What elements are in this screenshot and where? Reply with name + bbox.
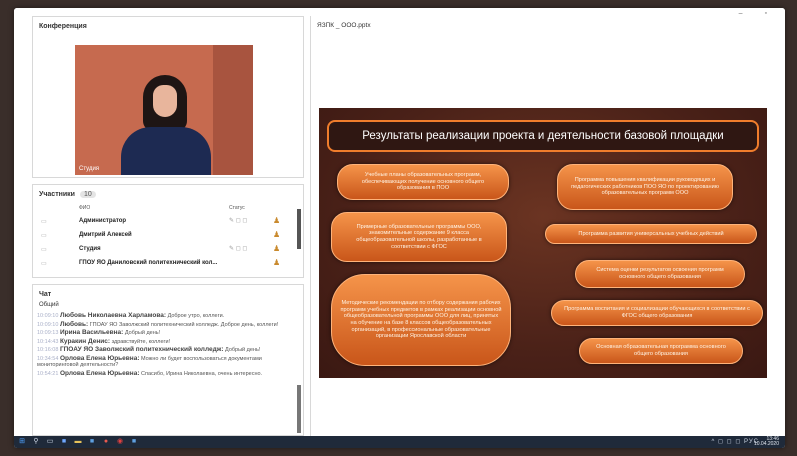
browser-icon[interactable]: ■ xyxy=(130,438,138,446)
participants-count-badge: 10 xyxy=(79,191,96,198)
slide-item: Примерные образовательные программы ООО,… xyxy=(331,212,507,262)
chat-message-text: Доброе утро, коллеги. xyxy=(167,313,225,319)
presentation-panel: ЯЗПК _ ООО.pptx Результаты реализации пр… xyxy=(310,16,785,436)
slide-item: Программа развития универсальных учебных… xyxy=(545,224,757,244)
conference-panel: Конференция Студия xyxy=(32,16,304,178)
task-view-icon[interactable]: ▭ xyxy=(46,438,54,446)
store-icon[interactable]: ■ xyxy=(60,438,68,446)
video-caption: Студия xyxy=(79,166,100,172)
conference-title: Конференция xyxy=(39,23,87,30)
chat-title: Чат xyxy=(39,291,52,298)
chrome-icon[interactable]: ● xyxy=(102,438,110,446)
chat-tab-general[interactable]: Общий xyxy=(39,302,59,308)
chat-message-time: 10:14:43 xyxy=(37,338,59,345)
participants-panel: Участники 10 ФИО Статус ▭ Администратор … xyxy=(32,184,304,278)
chat-message: 10:09:10 Любовь: ГПОАУ ЯО Заволжский пол… xyxy=(37,320,295,329)
chat-message: 10:54:21 Орлова Елена Юрьевна: Спасибо, … xyxy=(37,369,295,378)
explorer-icon[interactable]: ▬ xyxy=(74,438,82,446)
participant-row[interactable]: ▭ Дмитрий Алексей ♟ xyxy=(33,229,295,243)
app-icon[interactable]: ◉ xyxy=(116,438,124,446)
col-status[interactable]: Статус xyxy=(229,205,245,211)
chat-message-name: Орлова Елена Юрьевна: xyxy=(59,354,140,362)
chat-message-name: Ирина Васильевна: xyxy=(59,329,124,336)
participants-label: Участники xyxy=(39,191,75,198)
participants-title: Участники 10 xyxy=(33,185,303,198)
participant-row[interactable]: ▭ Администратор ✎ ◻ ◻ ♟ xyxy=(33,215,295,229)
participant-row[interactable]: ▭ ГПОУ ЯО Даниловский политехнический ко… xyxy=(33,257,295,271)
chat-message-time: 10:34:54 xyxy=(37,355,59,362)
chat-message-time: 10:16:08 xyxy=(37,347,59,353)
mic-icon: ▭ xyxy=(41,247,47,253)
user-icon: ♟ xyxy=(273,216,281,225)
search-icon[interactable]: ⚲ xyxy=(32,438,40,446)
chat-message-text: ГПОАУ ЯО Заволжский политехнический колл… xyxy=(89,321,279,328)
mic-icon: ▭ xyxy=(41,219,47,225)
slide-item: Основная образовательная программа основ… xyxy=(579,338,743,364)
mic-icon: ▭ xyxy=(41,261,47,267)
participant-name: Дмитрий Алексей xyxy=(79,232,132,238)
slide-item: Система оценки результатов освоения прог… xyxy=(575,260,745,288)
chat-message-name: ГПОАУ ЯО Заволжский политехнический колл… xyxy=(59,346,224,353)
video-feed[interactable]: Студия xyxy=(75,45,253,175)
chat-message-name: Куракин Денис: xyxy=(59,337,111,345)
chat-message: 10:14:43 Куракин Денис: здравствуйте, ко… xyxy=(37,337,295,346)
windows-icon[interactable]: ⊞ xyxy=(18,438,26,446)
chat-message: 10:16:08 ГПОАУ ЯО Заволжский политехниче… xyxy=(37,346,295,354)
presenter-face xyxy=(153,85,177,117)
mic-icon: ▭ xyxy=(41,233,47,239)
user-icon: ♟ xyxy=(273,258,281,267)
slide-title: Результаты реализации проекта и деятельн… xyxy=(327,120,759,152)
user-icon: ♟ xyxy=(273,244,281,253)
participant-name: ГПОУ ЯО Даниловский политехнический кол.… xyxy=(79,260,218,266)
taskbar-clock[interactable]: 13:46 10.04.2020 xyxy=(754,437,779,447)
participant-name: Студия xyxy=(79,246,101,252)
presentation-file-name: ЯЗПК _ ООО.pptx xyxy=(317,22,371,29)
screen: – ▫ Конференция Студия Участники 10 ФИО … xyxy=(14,8,785,448)
user-icon: ♟ xyxy=(273,230,281,239)
chat-message-time: 10:54:21 xyxy=(37,370,59,377)
slide-item: Программа повышения квалификации руковод… xyxy=(557,164,733,210)
chat-message-name: Орлова Елена Юрьевна: xyxy=(59,369,140,377)
chat-message-text: здравствуйте, коллеги! xyxy=(111,338,171,345)
chat-messages: 10:09:10 Любовь Николаевна Харламова: До… xyxy=(37,312,295,379)
participants-scrollbar[interactable] xyxy=(297,209,301,249)
chat-message: 10:09:13 Ирина Васильевна: Добрый день! xyxy=(37,329,295,337)
col-name[interactable]: ФИО xyxy=(79,205,90,211)
mail-icon[interactable]: ■ xyxy=(88,438,96,446)
slide-item: Программа воспитания и социализации обуч… xyxy=(551,300,763,326)
presentation-slide: Результаты реализации проекта и деятельн… xyxy=(319,108,767,378)
chat-message-text: Добрый день! xyxy=(124,330,161,336)
system-tray[interactable]: ^ ◻ ◻ ◻ РУС xyxy=(712,438,759,445)
chat-message-time: 10:09:10 xyxy=(37,313,59,319)
presenter-body xyxy=(121,127,211,175)
window-titlebar: – ▫ xyxy=(14,8,785,17)
chat-message-time: 10:09:10 xyxy=(37,321,59,328)
chat-message-name: Любовь: xyxy=(59,320,89,328)
status-icons: ✎ ◻ ◻ xyxy=(229,246,248,252)
chat-scrollbar[interactable] xyxy=(297,385,301,433)
chat-message-time: 10:09:13 xyxy=(37,330,59,336)
chat-message: 10:09:10 Любовь Николаевна Харламова: До… xyxy=(37,312,295,320)
chat-message-text: Добрый день! xyxy=(225,347,261,353)
slide-item: Методические рекомендации по отбору соде… xyxy=(331,274,511,366)
video-background xyxy=(213,45,253,175)
chat-panel: Чат Общий 10:09:10 Любовь Николаевна Хар… xyxy=(32,284,304,436)
status-icons: ✎ ◻ ◻ xyxy=(229,218,248,224)
clock-date: 10.04.2020 xyxy=(753,441,779,447)
participant-row[interactable]: ▭ Студия ✎ ◻ ◻ ♟ xyxy=(33,243,295,257)
taskbar: ⊞ ⚲ ▭ ■ ▬ ■ ● ◉ ■ ^ ◻ ◻ ◻ РУС 13:46 10.0… xyxy=(14,436,785,448)
chat-message-name: Любовь Николаевна Харламова: xyxy=(59,312,167,319)
participant-name: Администратор xyxy=(79,218,127,224)
chat-message-text: Спасибо, Ирина Николаевна, очень интерес… xyxy=(141,370,263,377)
slide-item: Учебные планы образовательных программ, … xyxy=(337,164,509,200)
chat-message: 10:34:54 Орлова Елена Юрьевна: Можно ли … xyxy=(37,354,295,369)
left-column: Конференция Студия Участники 10 ФИО Стат… xyxy=(32,16,304,436)
